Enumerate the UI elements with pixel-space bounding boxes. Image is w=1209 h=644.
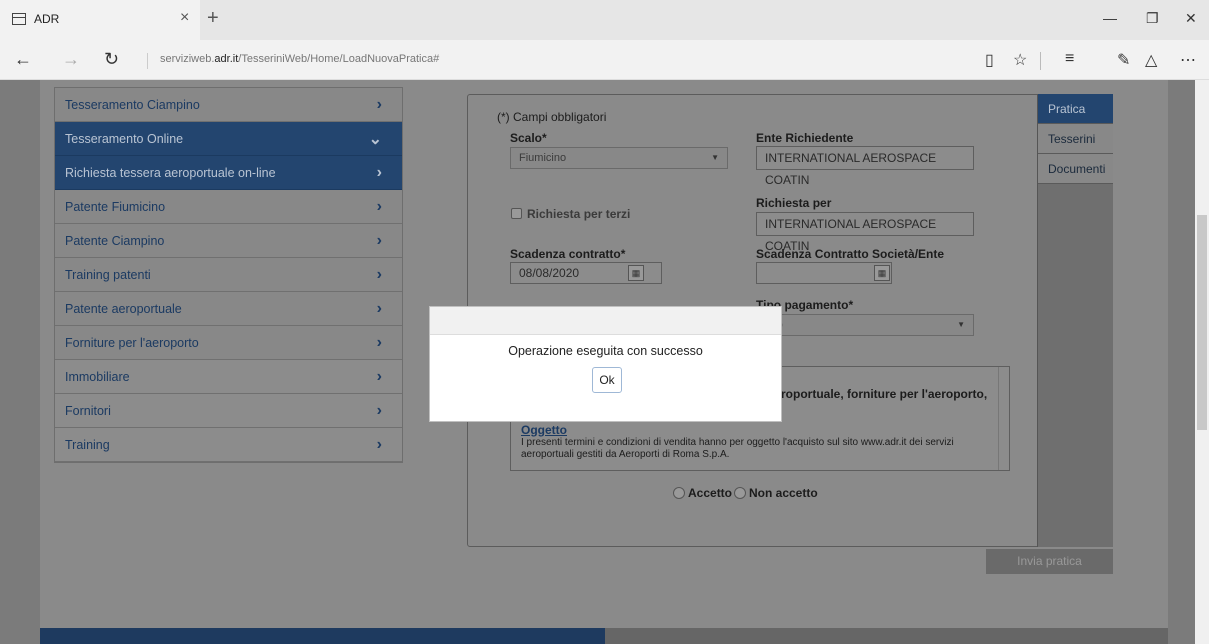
tipo-pagamento-select[interactable]: dito ▼ (756, 314, 974, 336)
sidebar-item-label: Tesseramento Online (65, 131, 184, 146)
chevron-right-icon: › (376, 95, 382, 113)
url-field[interactable]: serviziweb.adr.it/TesseriniWeb/Home/Load… (147, 53, 439, 69)
hub-icon[interactable]: ≡ (1065, 50, 1074, 68)
ente-label: Ente Richiedente (756, 131, 854, 145)
more-icon[interactable]: ⋯ (1180, 50, 1196, 70)
sidebar-item[interactable]: Tesseramento Ciampino › (55, 88, 402, 122)
address-bar: ← → ↻ serviziweb.adr.it/TesseriniWeb/Hom… (0, 40, 1209, 80)
scrollbar-thumb[interactable] (1197, 215, 1207, 430)
chevron-right-icon: › (376, 163, 382, 181)
chevron-right-icon: › (376, 265, 382, 283)
browser-tab-bar: ADR × + — ❐ ✕ (0, 0, 1209, 40)
success-dialog: Operazione eseguita con successo Ok (429, 306, 782, 422)
sidebar-item-label: Tesseramento Ciampino (65, 97, 200, 112)
terms-scrollbar[interactable] (998, 367, 1009, 470)
url-path: /TesseriniWeb/Home/LoadNuovaPratica# (238, 53, 440, 65)
chevron-right-icon: › (376, 401, 382, 419)
richiesta-per-field[interactable]: INTERNATIONAL AEROSPACE COATIN (756, 212, 974, 253)
sidebar-item[interactable]: Patente Ciampino › (55, 224, 402, 258)
sidebar-item[interactable]: Training › (55, 428, 402, 462)
footer-bar (40, 628, 605, 644)
terms-line: roportuale, forniture per l'aeroporto, (781, 387, 988, 401)
url-domain: adr.it (214, 53, 239, 65)
richiesta-per-label: Richiesta per (756, 196, 832, 210)
required-note: (*) Campi obbligatori (497, 110, 607, 124)
scadenza-societa-label: Scadenza Contratto Società/Ente (756, 247, 945, 261)
invia-pratica-button[interactable]: Invia pratica (986, 549, 1113, 574)
calendar-icon[interactable]: ▦ (874, 265, 890, 281)
oggetto-text: I presenti termini e condizioni di vendi… (521, 437, 954, 460)
side-tabs: Pratica Tesserini Documenti (1037, 94, 1113, 547)
sidebar-item[interactable]: Immobiliare › (55, 360, 402, 394)
favorites-star-icon[interactable]: ☆ (1013, 50, 1027, 70)
close-window-button[interactable]: ✕ (1185, 10, 1197, 27)
reading-view-icon[interactable]: ▯ (985, 50, 994, 70)
side-tab[interactable]: Documenti (1038, 154, 1113, 184)
ok-button[interactable]: Ok (592, 367, 622, 393)
sidebar-item[interactable]: Training patenti › (55, 258, 402, 292)
scalo-label: Scalo* (510, 131, 547, 145)
richiesta-terzi-label: Richiesta per terzi (527, 207, 631, 221)
sidebar-item[interactable]: Fornitori › (55, 394, 402, 428)
non-accetto-radio[interactable] (734, 487, 746, 499)
sidebar-item-label: Forniture per l'aeroporto (65, 335, 199, 350)
share-icon[interactable]: △ (1145, 50, 1157, 70)
footer-bar-right (605, 628, 1168, 644)
chevron-right-icon: › (376, 435, 382, 453)
sidebar-item[interactable]: Forniture per l'aeroporto › (55, 326, 402, 360)
refresh-button[interactable]: ↻ (104, 49, 119, 70)
dropdown-caret-icon: ▼ (957, 320, 965, 329)
chevron-right-icon: › (376, 367, 382, 385)
calendar-icon[interactable]: ▦ (628, 265, 644, 281)
richiesta-terzi-checkbox[interactable] (511, 208, 522, 219)
page-scrollbar[interactable] (1195, 80, 1209, 644)
sidebar-item-label: Fornitori (65, 403, 111, 418)
oggetto-title: Oggetto (521, 423, 567, 437)
scadenza-label: Scadenza contratto* (510, 247, 626, 261)
sidebar-item[interactable]: Patente aeroportuale › (55, 292, 402, 326)
side-tab[interactable]: Tesserini (1038, 124, 1113, 154)
sidebar-item-label: Patente aeroportuale (65, 301, 182, 316)
sidebar-item-label: Richiesta tessera aeroportuale on-line (65, 165, 276, 180)
new-tab-button[interactable]: + (207, 7, 219, 30)
page-icon (12, 13, 26, 25)
ente-field[interactable]: INTERNATIONAL AEROSPACE COATIN (756, 146, 974, 187)
chevron-right-icon: › (376, 231, 382, 249)
dropdown-caret-icon: ▼ (711, 153, 719, 162)
scalo-select[interactable]: Fiumicino ▼ (510, 147, 728, 169)
sidebar-item-label: Patente Fiumicino (65, 199, 166, 214)
sidebar-item[interactable]: Patente Fiumicino › (55, 190, 402, 224)
back-button[interactable]: ← (14, 49, 32, 70)
chevron-down-icon: ⌄ (368, 130, 382, 148)
scalo-value: Fiumicino (519, 152, 567, 164)
side-tab[interactable]: Pratica (1038, 94, 1113, 124)
sidebar-item[interactable]: Richiesta tessera aeroportuale on-line › (55, 156, 402, 190)
dialog-header (430, 307, 781, 335)
chevron-right-icon: › (376, 299, 382, 317)
chevron-right-icon: › (376, 197, 382, 215)
tab-close-icon[interactable]: × (180, 9, 189, 27)
browser-tab[interactable]: ADR × (0, 0, 200, 40)
dialog-message: Operazione eseguita con successo (508, 344, 703, 358)
chevron-right-icon: › (376, 333, 382, 351)
tab-title: ADR (34, 12, 60, 26)
sidebar-menu: Tesseramento Ciampino › Tesseramento Onlin… (54, 87, 403, 463)
sidebar-item[interactable]: Tesseramento Online ⌄ (55, 122, 402, 156)
accetto-radio[interactable] (673, 487, 685, 499)
restore-button[interactable]: ❐ (1146, 10, 1159, 27)
forward-button[interactable]: → (62, 49, 80, 70)
sidebar-item-label: Immobiliare (65, 369, 130, 384)
minimize-button[interactable]: — (1103, 10, 1117, 26)
sidebar-item-label: Training (65, 437, 110, 452)
sidebar-item-label: Patente Ciampino (65, 233, 165, 248)
url-prefix: serviziweb. (160, 53, 215, 65)
web-note-icon[interactable]: ✎ (1117, 50, 1130, 70)
scadenza-societa-field[interactable] (756, 262, 892, 284)
non-accetto-label: Non accetto (749, 486, 818, 500)
toolbar-divider (1040, 52, 1041, 70)
sidebar-item-label: Training patenti (65, 267, 151, 282)
accetto-label: Accetto (688, 486, 733, 500)
